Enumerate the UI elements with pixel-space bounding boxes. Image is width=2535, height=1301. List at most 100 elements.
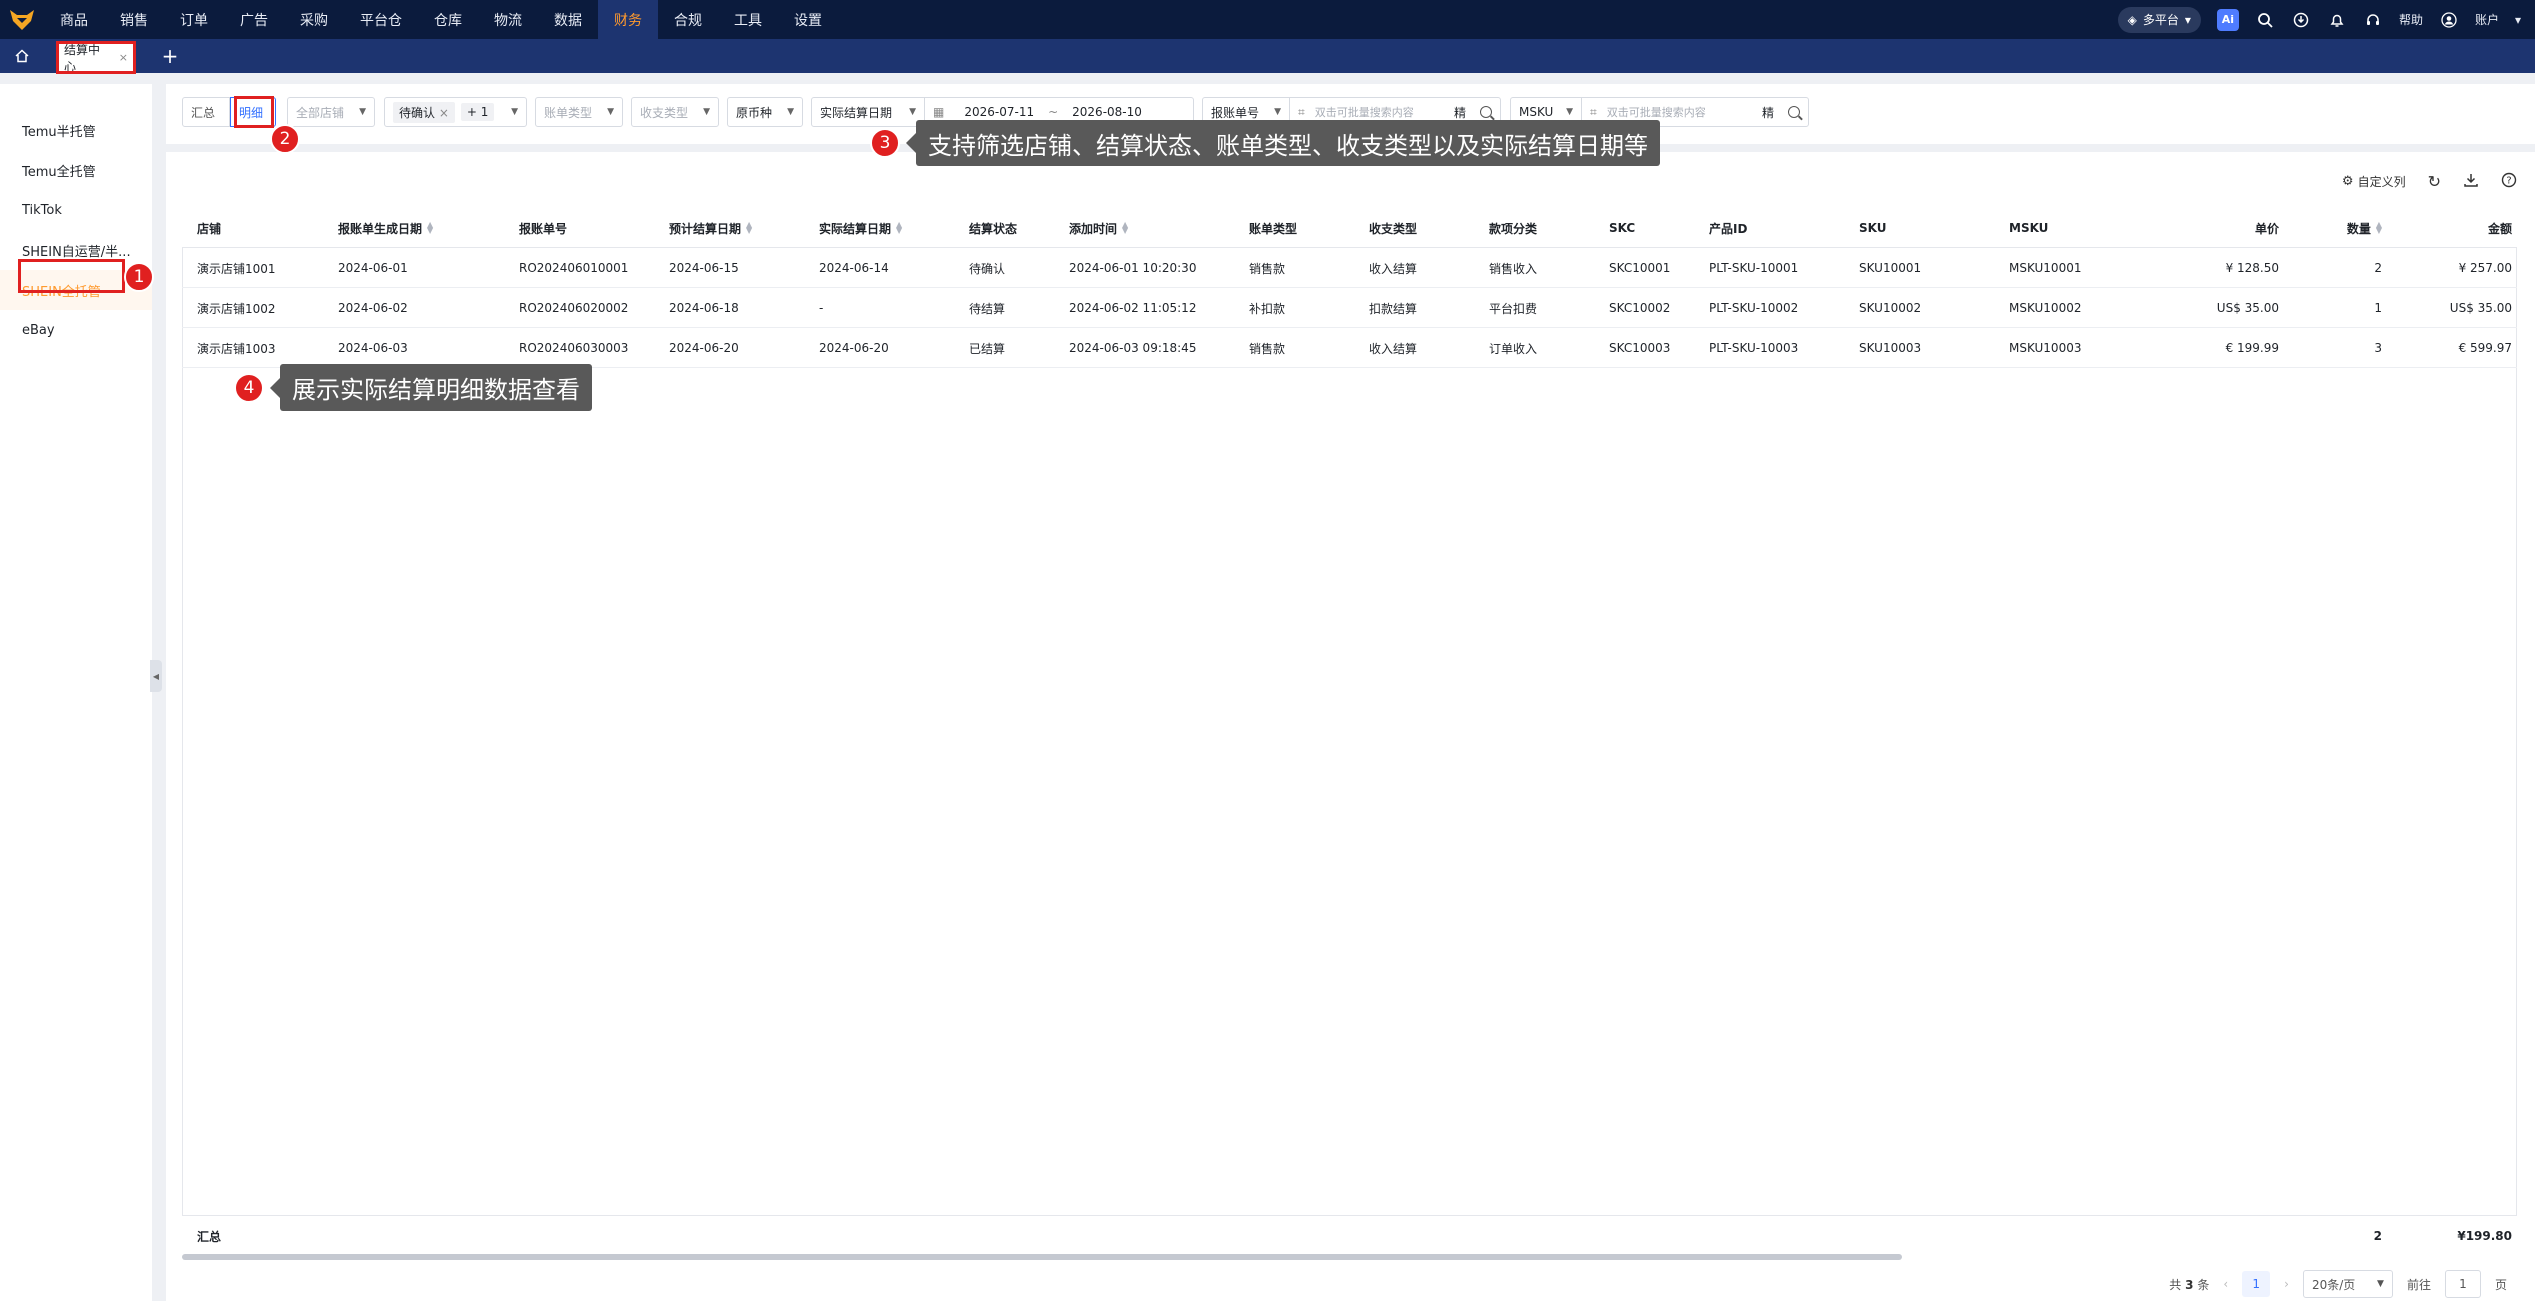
store-select[interactable]: 全部店铺 ▼ [287,97,375,127]
cell-income-type: 收入结算 [1369,261,1418,276]
annotation-badge-3: 3 [870,128,900,158]
chevron-down-icon: ▼ [359,107,366,117]
column-header-label: 结算状态 [969,221,1018,236]
page-number[interactable]: 1 [2242,1271,2271,1297]
cell-added-time: 2024-06-02 11:05:12 [1069,301,1197,315]
ai-assistant-icon[interactable]: Ai [2216,8,2239,31]
cell-expected-date: 2024-06-20 [669,341,739,355]
nav-item-compliance[interactable]: 合规 [658,0,718,39]
caret-down-icon[interactable]: ▾ [2515,13,2521,27]
page-size-select[interactable]: 20条/页 ▼ [2302,1270,2393,1298]
help-link[interactable]: 帮助 [2399,11,2423,28]
close-icon[interactable]: × [439,106,449,120]
date-start: 2026-07-11 [964,105,1035,119]
download-icon[interactable] [2463,172,2479,191]
search-icon[interactable] [2255,10,2275,30]
next-page-icon[interactable]: › [2284,1277,2289,1291]
column-header-unit-price: 单价 [2129,208,2279,248]
cell-bill-date: 2024-06-02 [338,301,408,315]
column-header-actual-date[interactable]: 实际结算日期 ▲ ▼ [819,208,959,248]
column-header-label: 报账单号 [519,221,568,236]
table-row[interactable]: 演示店铺1003 2024-06-03 RO202406030003 2024-06-… [182,328,2517,368]
sidebar-item-tiktok[interactable]: TikTok [0,190,152,230]
annotation-badge-4: 4 [234,373,264,403]
custom-columns-button[interactable]: ⚙ 自定义列 [2342,173,2406,190]
column-header-expected-date[interactable]: 预计结算日期 ▲ ▼ [669,208,809,248]
refresh-icon[interactable]: ↻ [2428,172,2441,191]
column-header-label: 实际结算日期 [819,221,892,236]
close-icon[interactable]: × [119,51,128,64]
column-header-bill-date[interactable]: 报账单生成日期 ▲ ▼ [338,208,508,248]
top-nav: 商品 销售 订单 广告 采购 平台仓 仓库 物流 数据 财务 合规 工具 设置 … [0,0,2535,39]
column-header-label: 报账单生成日期 [338,221,423,236]
tab-summary[interactable]: 汇总 [182,97,230,127]
sort-icon[interactable]: ▲ ▼ [2376,221,2382,235]
goto-suffix: 页 [2494,1277,2507,1292]
exact-match-toggle[interactable]: 精 [1762,104,1774,121]
prev-page-icon[interactable]: ‹ [2223,1277,2228,1291]
cell-bill-type: 销售款 [1249,341,1286,356]
column-header-bill-type: 账单类型 [1249,208,1359,248]
home-icon[interactable] [0,39,44,73]
status-select[interactable]: 待确认 × + 1 ▼ [384,97,527,127]
help-circle-icon[interactable]: ? [2501,172,2517,191]
collapse-sidebar-icon[interactable]: ◀ [150,660,162,692]
table-row[interactable]: 演示店铺1001 2024-06-01 RO202406010001 2024-06-… [182,248,2517,288]
store-select-value: 全部店铺 [296,105,345,120]
cell-actual-date: - [819,301,824,315]
user-avatar-icon[interactable] [2439,10,2459,30]
nav-item-settings[interactable]: 设置 [778,0,838,39]
nav-item-orders[interactable]: 订单 [164,0,224,39]
goto-label: 前往 [2406,1277,2431,1292]
layers-icon: ◈ [2127,12,2137,27]
horizontal-scrollbar[interactable] [182,1254,1902,1260]
search-icon[interactable] [1480,106,1492,118]
nav-item-products[interactable]: 商品 [44,0,104,39]
headset-icon[interactable] [2363,10,2383,30]
account-menu[interactable]: 账户 [2475,11,2499,28]
cell-quantity: 2 [2374,261,2382,275]
tab-detail[interactable]: 明细 [230,97,276,127]
add-tab-button[interactable]: + [158,42,182,70]
income-type-select[interactable]: 收支类型 ▼ [631,97,719,127]
exact-match-toggle[interactable]: 精 [1454,104,1466,121]
sidebar-item-ebay[interactable]: eBay [0,310,152,350]
cell-unit-price: ¥ 128.50 [2225,261,2279,275]
nav-item-purchase[interactable]: 采购 [284,0,344,39]
nav-item-sales[interactable]: 销售 [104,0,164,39]
nav-item-tools[interactable]: 工具 [718,0,778,39]
sort-icon[interactable]: ▲ ▼ [896,221,902,235]
currency-select[interactable]: 原币种 ▼ [727,97,803,127]
sort-icon[interactable]: ▲ ▼ [427,221,433,235]
sort-icon[interactable]: ▲ ▼ [1122,221,1128,235]
cell-bill-date: 2024-06-01 [338,261,408,275]
download-circle-icon[interactable] [2291,10,2311,30]
bill-type-select[interactable]: 账单类型 ▼ [535,97,623,127]
sidebar-item-temu-semi[interactable]: Temu半托管 [0,110,152,150]
nav-item-platform-warehouse[interactable]: 平台仓 [344,0,418,39]
nav-item-ads[interactable]: 广告 [224,0,284,39]
date-type-select[interactable]: 实际结算日期 ▼ [811,97,925,127]
column-header-quantity[interactable]: 数量 ▲ ▼ [2302,208,2382,248]
tab-settlement-center[interactable]: 结算中心 × [56,42,136,74]
search-icon[interactable] [1788,106,1800,118]
fox-logo-icon[interactable] [0,0,44,39]
status-chip: 待确认 × [393,101,455,123]
sort-icon[interactable]: ▲ ▼ [746,221,752,235]
sidebar-item-temu-full[interactable]: Temu全托管 [0,150,152,190]
cell-bill-date: 2024-06-03 [338,341,408,355]
nav-item-finance[interactable]: 财务 [598,0,658,39]
nav-item-data[interactable]: 数据 [538,0,598,39]
column-header-bill-no: 报账单号 [519,208,659,248]
table-row[interactable]: 演示店铺1002 2024-06-02 RO202406020002 2024-06-… [182,288,2517,328]
column-header-added-time[interactable]: 添加时间 ▲ ▼ [1069,208,1239,248]
nav-item-logistics[interactable]: 物流 [478,0,538,39]
cell-bill-no: RO202406010001 [519,261,629,275]
currency-value: 原币种 [736,105,773,120]
goto-page-input[interactable]: 1 [2444,1270,2481,1298]
bell-icon[interactable] [2327,10,2347,30]
caret-down-icon: ▾ [2184,12,2191,27]
nav-item-warehouse[interactable]: 仓库 [418,0,478,39]
cell-msku: MSKU10003 [2009,341,2082,355]
platform-switcher[interactable]: ◈ 多平台 ▾ [2117,6,2201,33]
